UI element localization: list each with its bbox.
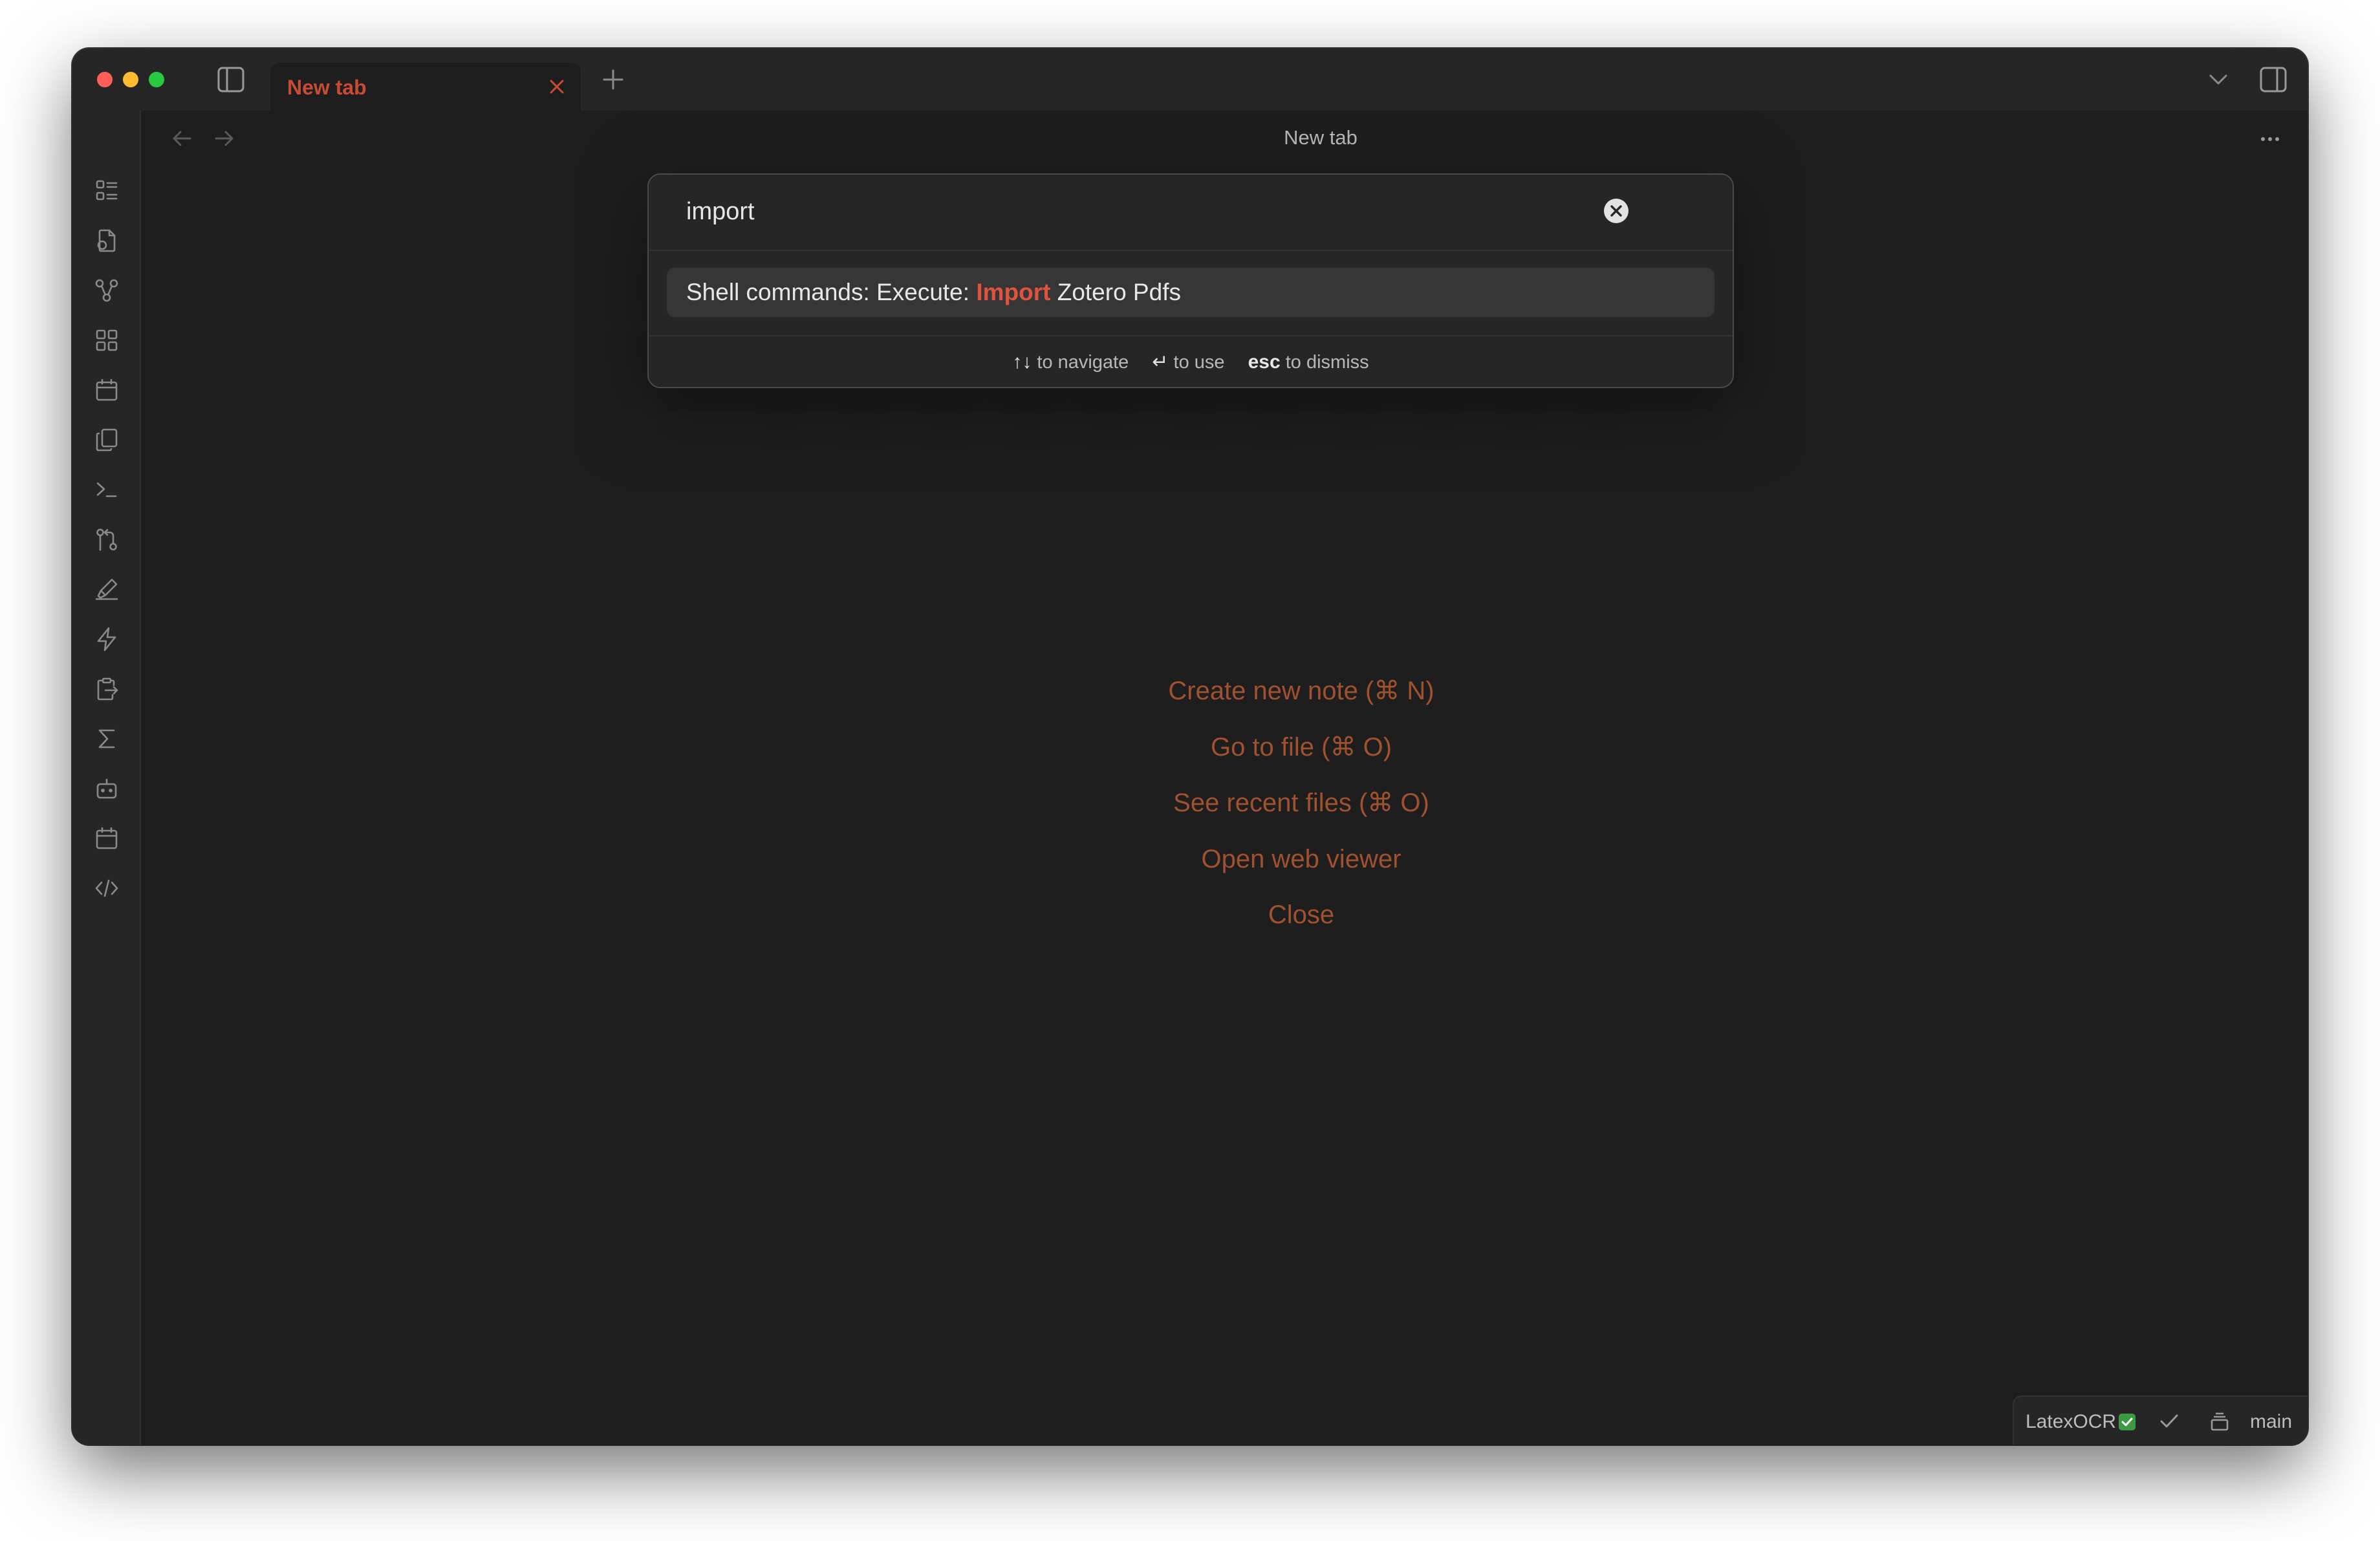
file-plus-icon[interactable] <box>94 228 120 254</box>
zoom-window-button[interactable] <box>149 72 164 87</box>
terminal-icon[interactable] <box>94 477 120 503</box>
copy-files-icon[interactable] <box>94 427 120 453</box>
clear-search-icon[interactable] <box>1602 197 1630 225</box>
title-bar: New tab <box>72 49 2308 111</box>
graph-icon[interactable] <box>94 278 120 303</box>
open-web-viewer-action[interactable]: Open web viewer <box>978 831 1625 888</box>
bot-icon[interactable] <box>94 776 120 802</box>
latex-ocr-status[interactable]: LatexOCR <box>2026 1411 2136 1433</box>
new-tab-plus-icon[interactable] <box>599 65 627 94</box>
empty-state-actions: Create new note (⌘ N) Go to file (⌘ O) S… <box>978 663 1625 943</box>
arrows-key-icon: ↑↓ <box>1012 351 1032 373</box>
lightning-icon[interactable] <box>94 626 120 652</box>
see-recent-files-action[interactable]: See recent files (⌘ O) <box>978 775 1625 831</box>
git-branch-label[interactable]: main <box>2250 1411 2292 1433</box>
go-to-file-action[interactable]: Go to file (⌘ O) <box>978 719 1625 776</box>
view-header-title: New tab <box>1284 126 1358 149</box>
suggestion-prefix: Shell commands: Execute: <box>686 279 977 305</box>
suggestion-suffix: Zotero Pdfs <box>1050 279 1181 305</box>
tab-label: New tab <box>287 76 367 99</box>
app-window: New tab New tab Create new note (⌘ N) Go… <box>72 49 2308 1445</box>
create-new-note-action[interactable]: Create new note (⌘ N) <box>978 663 1625 719</box>
files-list-icon[interactable] <box>94 178 120 204</box>
instruction-use: ↵ to use <box>1152 351 1225 373</box>
palette-instructions: ↑↓ to navigate ↵ to use esc to dismiss <box>649 335 1733 387</box>
instructions-row: ↑↓ to navigate ↵ to use esc to dismiss <box>649 351 1733 373</box>
tab-new-tab[interactable]: New tab <box>270 63 581 111</box>
calendar-alt-icon[interactable] <box>94 825 120 851</box>
left-sidebar-toggle-icon[interactable] <box>216 65 246 94</box>
esc-key-label: esc <box>1248 351 1281 373</box>
search-query-text: import <box>686 198 755 225</box>
navigate-forward-arrow-icon[interactable] <box>212 126 237 151</box>
ribbon <box>72 111 141 1445</box>
highlighter-icon[interactable] <box>94 576 120 602</box>
tab-close-icon[interactable] <box>545 74 569 99</box>
git-branch-stack-icon[interactable] <box>2208 1410 2231 1433</box>
suggestion-match-highlight: Import <box>976 279 1051 305</box>
right-sidebar-toggle-icon[interactable] <box>2258 65 2288 94</box>
sigma-icon[interactable] <box>94 726 120 752</box>
calendar-icon[interactable] <box>94 377 120 403</box>
check-badge-icon <box>2119 1414 2136 1430</box>
command-palette-input[interactable]: import <box>649 175 1733 251</box>
command-palette: import Shell commands: Execute: Import Z… <box>647 173 1734 388</box>
navigate-back-arrow-icon[interactable] <box>169 126 194 151</box>
code-icon[interactable] <box>94 875 120 901</box>
instruction-navigate: ↑↓ to navigate <box>1012 351 1129 373</box>
close-action[interactable]: Close <box>978 887 1625 943</box>
chevron-down-icon[interactable] <box>2207 68 2230 91</box>
minimize-window-button[interactable] <box>123 72 138 87</box>
sync-checkmark-icon[interactable] <box>2158 1410 2181 1433</box>
suggestion-item-selected[interactable]: Shell commands: Execute: Import Zotero P… <box>667 268 1715 317</box>
dashboard-grid-icon[interactable] <box>94 327 120 353</box>
instruction-dismiss: esc to dismiss <box>1248 351 1369 373</box>
clipboard-export-icon[interactable] <box>94 676 120 702</box>
close-window-button[interactable] <box>97 72 113 87</box>
enter-key-icon: ↵ <box>1152 351 1169 373</box>
status-bar: LatexOCR main <box>2013 1395 2308 1445</box>
suggestion-text: Shell commands: Execute: Import Zotero P… <box>686 279 1181 306</box>
more-options-icon[interactable] <box>2257 127 2283 151</box>
git-compare-icon[interactable] <box>94 527 120 552</box>
